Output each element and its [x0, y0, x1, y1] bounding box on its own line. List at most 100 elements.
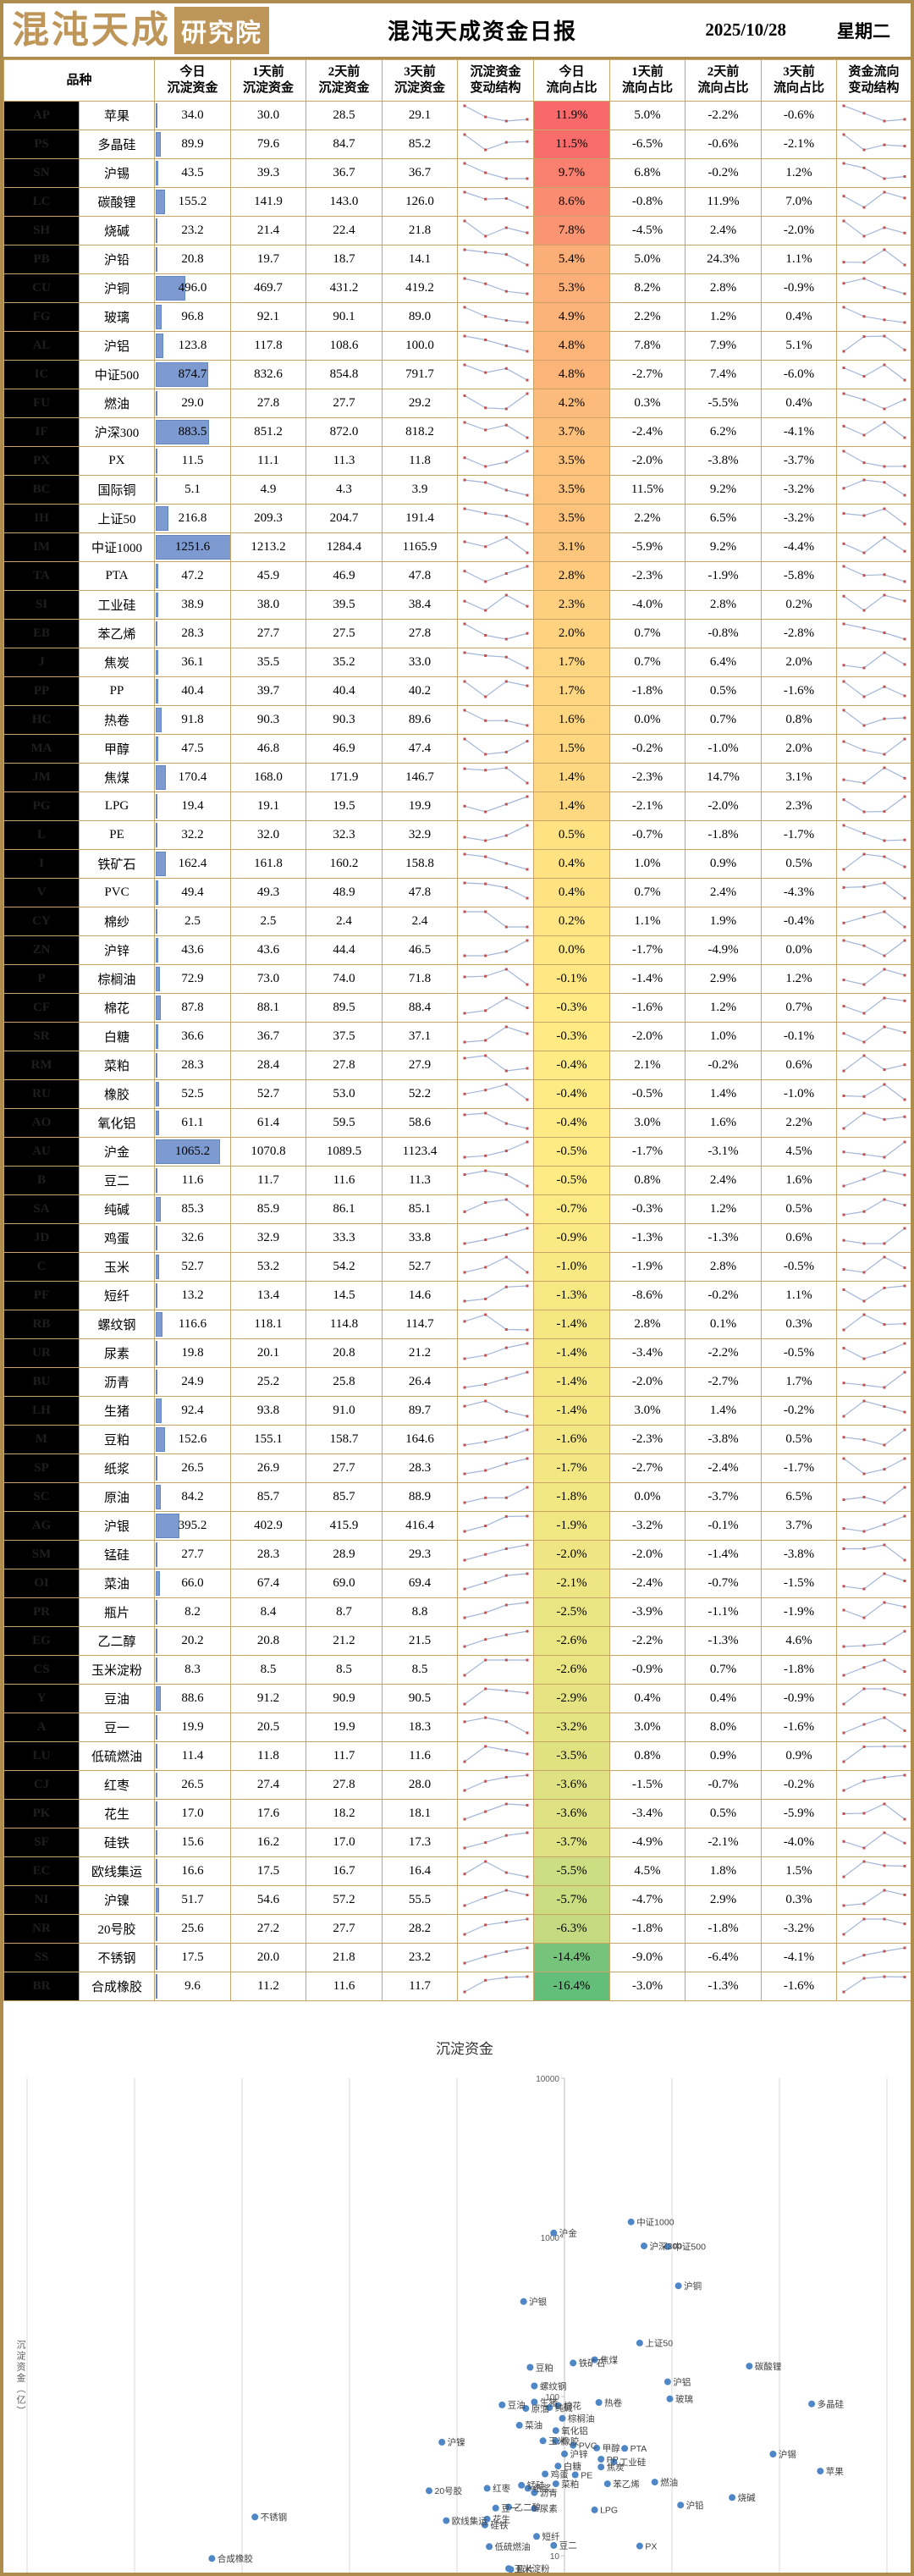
flow-1d-cell: 2.1% [609, 1051, 686, 1080]
variety-name-cell: 工业硅 [78, 590, 156, 620]
sparkline [842, 1198, 906, 1216]
flow-3d-cell: -0.6% [761, 101, 838, 130]
flow-3d-cell: -4.1% [761, 1943, 838, 1972]
funds-sparkline-cell [457, 1108, 535, 1138]
scatter-point [595, 2399, 603, 2406]
flow-1d-cell: -0.5% [609, 1079, 686, 1109]
funds-sparkline-cell [457, 1511, 535, 1541]
funds-today-cell: 19.4 [154, 792, 232, 821]
funds-today-cell: 11.6 [154, 1166, 232, 1195]
flow-sparkline-cell [836, 1713, 911, 1742]
variety-code-cell: A [3, 1713, 80, 1742]
scatter-point [505, 2565, 512, 2573]
scatter-point [526, 2364, 534, 2371]
flow-sparkline-cell [836, 1425, 911, 1454]
variety-code-cell: J [3, 648, 80, 677]
funds-1d-cell: 53.2 [230, 1252, 307, 1282]
funds-today-cell: 34.0 [154, 101, 232, 130]
variety-code-cell: PK [3, 1799, 80, 1829]
flow-today-cell: -1.4% [533, 1338, 611, 1368]
funds-3d-cell: 88.9 [382, 1482, 459, 1512]
table-row: SA 纯碱 85.3 85.9 86.1 85.1 -0.7% -0.3% 1.2% 0.5% [3, 1194, 911, 1224]
logo-seal-stamp: 研究院 [174, 6, 269, 54]
variety-name-cell: 燃油 [78, 389, 156, 418]
funds-sparkline-cell [457, 619, 535, 648]
chart-title: 沉淀资金 [436, 2041, 493, 2057]
flow-sparkline-cell [836, 1079, 911, 1109]
sparkline [463, 507, 529, 526]
funds-sparkline-cell [457, 648, 535, 677]
variety-name-cell: 豆粕 [78, 1425, 156, 1454]
funds-today-cell: 36.6 [154, 1022, 232, 1051]
scatter-point-label: PTA [630, 2444, 647, 2454]
variety-name-cell: 豆一 [78, 1713, 156, 1742]
flow-sparkline-cell [836, 1684, 911, 1713]
funds-1d-cell: 46.8 [230, 734, 307, 764]
table-row: SH 烧碱 23.2 21.4 22.4 21.8 7.8% -4.5% 2.4% -2.0% [3, 216, 911, 245]
sparkline [463, 104, 529, 123]
variety-code-cell: SS [3, 1943, 80, 1972]
scatter-point-label: 合成橡胶 [217, 2553, 253, 2564]
scatter-point-label: 碳酸锂 [755, 2361, 782, 2372]
flow-sparkline-cell [836, 331, 911, 361]
flow-sparkline-cell [836, 1655, 911, 1685]
variety-code-cell: EG [3, 1626, 80, 1656]
funds-3d-cell: 55.5 [382, 1885, 459, 1915]
flow-today-cell: 1.4% [533, 792, 611, 821]
variety-name-cell: 沪铅 [78, 245, 156, 274]
sparkline [842, 1227, 906, 1245]
variety-name-cell: 合成橡胶 [78, 1972, 156, 2001]
variety-name-cell: PVC [78, 878, 156, 907]
flow-3d-cell: 2.0% [761, 734, 838, 764]
funds-1d-cell: 30.0 [230, 101, 307, 130]
funds-3d-cell: 17.3 [382, 1828, 459, 1857]
sparkline [463, 1284, 529, 1303]
funds-1d-cell: 26.9 [230, 1453, 307, 1483]
variety-code-cell: EB [3, 619, 80, 648]
flow-2d-cell: 2.9% [685, 1885, 763, 1915]
table-row: BU 沥青 24.9 25.2 25.8 26.4 -1.4% -2.0% -2.7% 1.7% [3, 1367, 911, 1397]
scatter-point [518, 2481, 526, 2489]
flow-3d-cell: -1.5% [761, 1569, 838, 1598]
funds-today-cell: 24.9 [154, 1367, 232, 1397]
scatter-point-label: 棕榈油 [568, 2413, 595, 2424]
funds-2d-cell: 16.7 [306, 1856, 383, 1886]
funds-data-bar [156, 1715, 158, 1740]
funds-sparkline-cell [457, 101, 535, 130]
funds-1d-cell: 27.4 [230, 1770, 307, 1800]
funds-2d-cell: 53.0 [306, 1079, 383, 1109]
funds-3d-cell: 38.4 [382, 590, 459, 620]
variety-code-cell: LC [3, 187, 80, 217]
scatter-point [561, 2450, 568, 2457]
sparkline [842, 968, 906, 986]
flow-today-cell: 4.8% [533, 360, 611, 389]
sparkline [463, 622, 529, 641]
scatter-point [603, 2480, 611, 2488]
funds-today-cell: 20.2 [154, 1626, 232, 1656]
flow-3d-cell: 0.6% [761, 1051, 838, 1080]
funds-data-bar [156, 132, 162, 157]
funds-today-cell: 25.6 [154, 1914, 232, 1944]
sparkline [463, 1083, 529, 1101]
col-header-flow-3d: 3天前 流向占比 [761, 59, 838, 102]
funds-3d-cell: 33.0 [382, 648, 459, 677]
funds-1d-cell: 39.7 [230, 676, 307, 706]
table-row: TA PTA 47.2 45.9 46.9 47.8 2.8% -2.3% -1.9% -5.8% [3, 561, 911, 591]
funds-data-bar [156, 823, 158, 847]
flow-today-cell: -3.6% [533, 1799, 611, 1829]
funds-today-cell: 23.2 [154, 216, 232, 245]
flow-sparkline-cell [836, 1856, 911, 1886]
funds-3d-cell: 100.0 [382, 331, 459, 361]
flow-sparkline-cell [836, 1597, 911, 1627]
funds-2d-cell: 48.9 [306, 878, 383, 907]
flow-1d-cell: -4.0% [609, 590, 686, 620]
variety-code-cell: HC [3, 705, 80, 735]
variety-code-cell: AP [3, 101, 80, 130]
scatter-point-label: 低硫燃油 [495, 2541, 531, 2552]
funds-3d-cell: 126.0 [382, 187, 459, 217]
flow-2d-cell: -3.7% [685, 1482, 763, 1512]
flow-today-cell: 0.4% [533, 849, 611, 879]
funds-3d-cell: 58.6 [382, 1108, 459, 1138]
sparkline [463, 1630, 529, 1648]
flow-today-cell: -2.1% [533, 1569, 611, 1598]
